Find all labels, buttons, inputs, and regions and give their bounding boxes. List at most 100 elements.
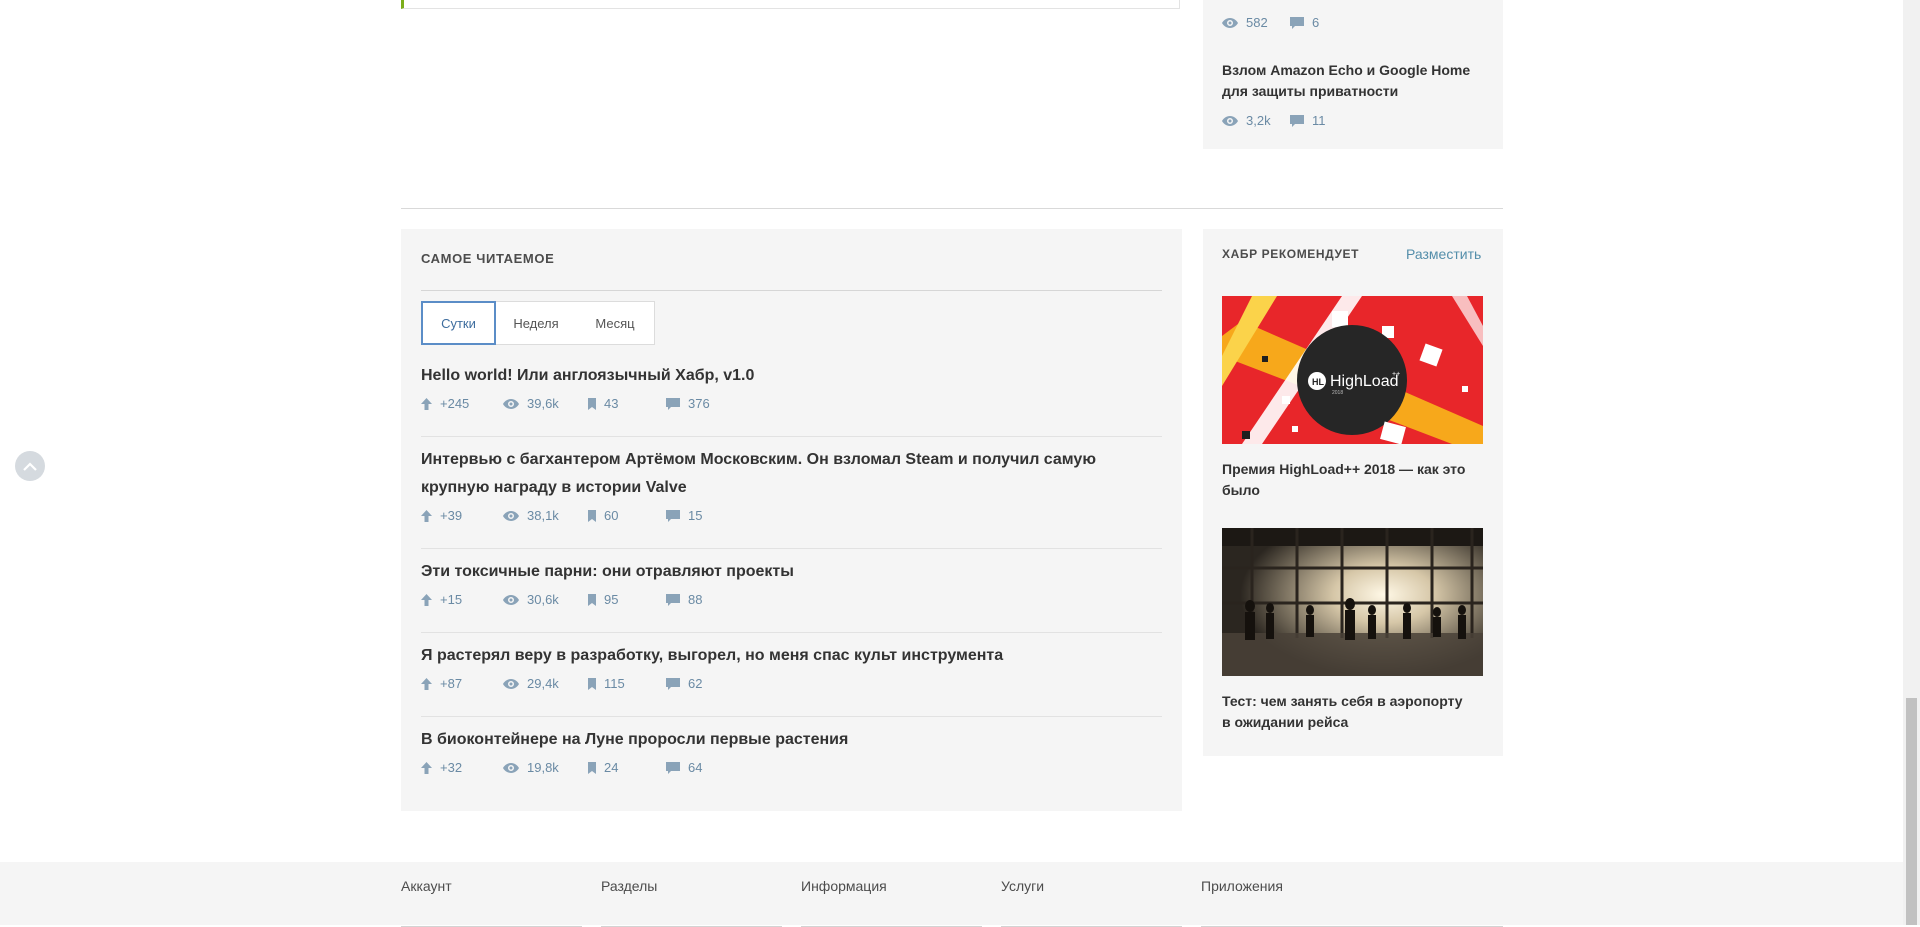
logo-text: HighLoad [1330,373,1399,390]
footer-col-account[interactable]: Аккаунт [401,878,582,927]
most-read-post: Hello world! Или англоязычный Хабр, v1.0… [421,362,1162,416]
post-meta: +15 30,6k 95 88 [421,592,1162,612]
post-meta: +39 38,1k 60 15 [421,508,1162,528]
highload-banner-graphic: HL HighLoad ++ 2018 [1222,296,1483,444]
post-separator [421,632,1162,633]
comments-stat[interactable]: 6 [1290,15,1319,30]
section-divider [401,208,1503,209]
eye-icon [503,594,519,605]
views-stat: 29,4k [503,676,559,691]
comment-icon [1290,16,1304,29]
tab-week[interactable]: Неделя [496,301,576,345]
bookmarks-stat[interactable]: 115 [588,676,625,691]
comments-stat[interactable]: 15 [666,508,702,523]
post-title[interactable]: Интервью с багхантером Артёмом Московски… [421,446,1162,502]
footer-col-label: Аккаунт [401,878,452,894]
comment-icon [666,593,680,606]
comments-count: 6 [1312,15,1320,30]
views-count: 582 [1246,15,1268,30]
side-articles-panel: 582 6 Взлом Amazon Echo и Google Home дл… [1203,0,1503,149]
bookmarks-stat[interactable]: 95 [588,592,618,607]
tab-day[interactable]: Сутки [421,301,496,345]
bookmark-icon [588,397,596,410]
most-read-panel: САМОЕ ЧИТАЕМОЕ Сутки Неделя Месяц Hello … [401,229,1182,811]
bookmarks-stat[interactable]: 24 [588,760,618,775]
promo-title-airport[interactable]: Тест: чем занять себя в аэропорту в ожид… [1222,691,1472,733]
place-ad-link[interactable]: Разместить [1406,246,1481,262]
comment-icon [1290,114,1304,127]
post-meta: +87 29,4k 115 62 [421,676,1162,696]
rating-value: +245 [440,396,470,411]
rating-value: +87 [440,676,463,691]
bookmarks-count: 95 [604,592,619,607]
views-stat: 3,2k [1222,113,1271,128]
most-read-post: Я растерял веру в разработку, выгорел, н… [421,642,1162,696]
bookmarks-stat[interactable]: 43 [588,396,618,411]
comment-icon [666,509,680,522]
views-stat: 19,8k [503,760,559,775]
views-count: 38,1k [527,508,559,523]
footer-col-label: Разделы [601,878,658,894]
tab-month[interactable]: Месяц [576,301,654,345]
post-title[interactable]: В биоконтейнере на Луне проросли первые … [421,726,1162,754]
footer-col-info[interactable]: Информация [801,878,982,927]
bookmarks-count: 24 [604,760,619,775]
eye-icon [1222,17,1238,28]
comment-icon [666,761,680,774]
footer-col-sections[interactable]: Разделы [601,878,782,927]
comments-stat[interactable]: 376 [666,396,710,411]
rating-stat: +15 [421,592,462,607]
views-stat: 38,1k [503,508,559,523]
footer: Аккаунт Разделы Информация Услуги Прилож… [0,862,1903,927]
views-stat: 30,6k [503,592,559,607]
habr-recommends-panel: ХАБР РЕКОМЕНДУЕТ Разместить HL HighLoad … [1203,229,1503,756]
rating-value: +15 [440,592,463,607]
most-read-post: Интервью с багхантером Артёмом Московски… [421,446,1162,528]
footer-col-apps[interactable]: Приложения [1201,878,1503,927]
period-tabs: Сутки Неделя Месяц [421,301,655,345]
bookmarks-count: 115 [604,676,625,691]
footer-col-services[interactable]: Услуги [1001,878,1182,927]
recommend-title: ХАБР РЕКОМЕНДУЕТ [1222,247,1360,261]
arrow-up-icon [421,593,432,606]
bookmark-icon [588,593,596,606]
side-article-title[interactable]: Взлом Amazon Echo и Google Home для защи… [1222,60,1492,102]
arrow-up-icon [421,761,432,774]
comments-stat[interactable]: 11 [1290,113,1326,128]
chevron-up-icon [23,461,37,471]
comments-stat[interactable]: 62 [666,676,702,691]
logo-sup: ++ [1392,371,1400,378]
views-count: 39,6k [527,396,559,411]
bookmark-icon [588,509,596,522]
arrow-up-icon [421,509,432,522]
scroll-to-top-button[interactable] [15,451,45,481]
post-title[interactable]: Я растерял веру в разработку, выгорел, н… [421,642,1162,670]
comments-count: 11 [1312,113,1326,128]
eye-icon [1222,115,1238,126]
eye-icon [503,678,519,689]
views-count: 30,6k [527,592,559,607]
highload-promo-image[interactable]: HL HighLoad ++ 2018 [1222,296,1483,444]
post-separator [421,716,1162,717]
arrow-up-icon [421,397,432,410]
most-read-title: САМОЕ ЧИТАЕМОЕ [421,251,555,266]
scrollbar-thumb[interactable] [1906,698,1917,925]
airport-photo-graphic [1222,528,1483,676]
rating-stat: +87 [421,676,462,691]
promo-title-highload[interactable]: Премия HighLoad++ 2018 — как это было [1222,459,1472,501]
eye-icon [503,510,519,521]
panel-divider [421,290,1162,291]
comments-stat[interactable]: 88 [666,592,702,607]
bookmarks-stat[interactable]: 60 [588,508,618,523]
most-read-post: Эти токсичные парни: они отравляют проек… [421,558,1162,612]
comments-stat[interactable]: 64 [666,760,702,775]
post-title[interactable]: Эти токсичные парни: они отравляют проек… [421,558,1162,586]
post-title[interactable]: Hello world! Или англоязычный Хабр, v1.0 [421,362,1162,390]
rating-stat: +32 [421,760,462,775]
comments-count: 376 [688,396,710,411]
airport-promo-image[interactable] [1222,528,1483,676]
views-count: 3,2k [1246,113,1271,128]
rating-value: +39 [440,508,463,523]
eye-icon [503,762,519,773]
views-count: 29,4k [527,676,559,691]
